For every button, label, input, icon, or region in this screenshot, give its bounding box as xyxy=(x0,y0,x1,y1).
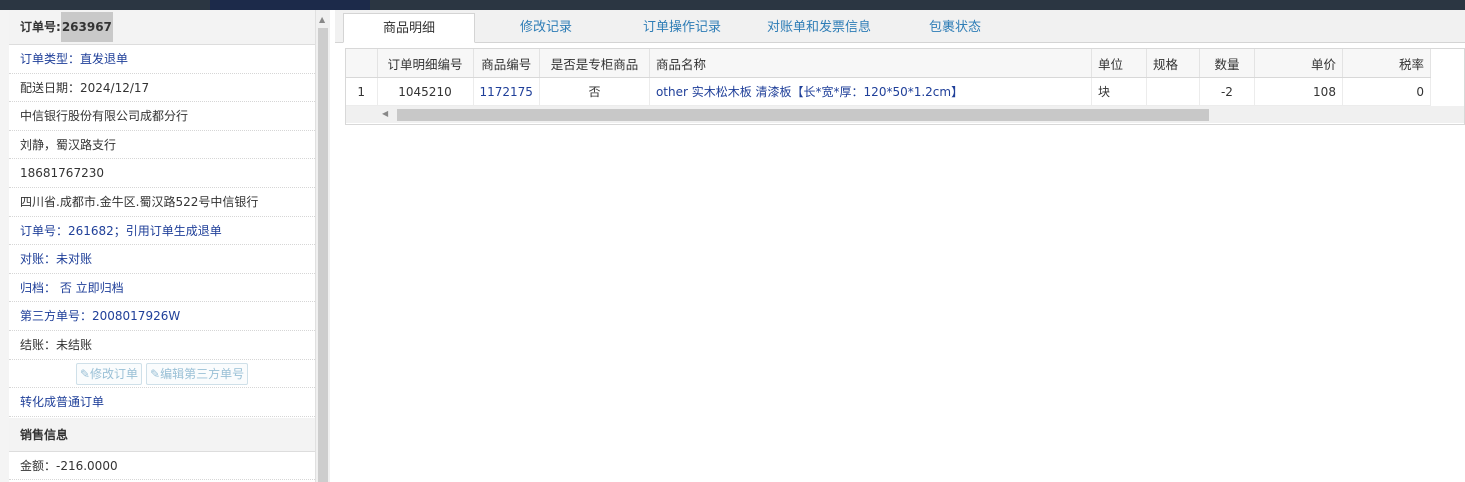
contact-name: 刘静，蜀汉路支行 xyxy=(9,131,315,160)
tax-rate-cell: 0 xyxy=(1342,77,1431,106)
col-tax-rate[interactable]: 税率 xyxy=(1342,49,1431,78)
col-unit[interactable]: 单位 xyxy=(1091,49,1147,78)
col-quantity[interactable]: 数量 xyxy=(1199,49,1255,78)
order-number-value: 263967 xyxy=(60,12,113,42)
tab-invoice-info[interactable]: 对账单和发票信息 xyxy=(762,13,876,43)
col-row-number xyxy=(346,49,378,78)
product-name-link[interactable]: other 实木松木板 清漆板【长*宽*厚：120*50*1.2cm】 xyxy=(649,77,1092,106)
tab-package-status[interactable]: 包裹状态 xyxy=(919,13,991,43)
tab-product-details[interactable]: 商品明细 xyxy=(343,13,475,43)
horizontal-scrollbar[interactable]: ◀ xyxy=(346,106,1464,123)
edit-third-party-label: 编辑第三方单号 xyxy=(160,367,245,382)
col-unit-price[interactable]: 单价 xyxy=(1254,49,1343,78)
phone-number: 18681767230 xyxy=(9,159,315,188)
tab-change-log[interactable]: 修改记录 xyxy=(505,13,587,43)
table-header-row: 订单明细编号 商品编号 是否是专柜商品 商品名称 单位 规格 数量 单价 税率 xyxy=(346,49,1431,78)
unit-cell: 块 xyxy=(1091,77,1147,106)
arrow-up-icon[interactable]: ▲ xyxy=(319,16,325,24)
col-product-name[interactable]: 商品名称 xyxy=(649,49,1092,78)
address: 四川省.成都市.金牛区.蜀汉路522号中信银行 xyxy=(9,188,315,217)
scrollbar-thumb[interactable] xyxy=(318,28,328,482)
product-grid: 订单明细编号 商品编号 是否是专柜商品 商品名称 单位 规格 数量 单价 税率 … xyxy=(345,48,1465,125)
edit-order-label: 修改订单 xyxy=(89,367,138,382)
reconcile-status[interactable]: 对账：未对账 xyxy=(9,245,315,274)
horizontal-scrollbar-thumb[interactable] xyxy=(397,109,1209,121)
edit-icon: ✎ xyxy=(150,367,161,382)
amount: 金额：-216.0000 xyxy=(9,452,315,481)
table-row[interactable]: 1 1045210 1172175 否 other 实木松木板 清漆板【长*宽*… xyxy=(346,77,1431,106)
delivery-date: 配送日期：2024/12/17 xyxy=(9,74,315,103)
tab-operation-log[interactable]: 订单操作记录 xyxy=(632,13,732,43)
reference-order-link[interactable]: 订单号：261682；引用订单生成退单 xyxy=(9,217,315,246)
top-bar xyxy=(0,0,1465,10)
sales-info-header: 销售信息 xyxy=(9,417,315,452)
row-number: 1 xyxy=(346,77,378,106)
order-number-label: 订单号: xyxy=(20,20,61,34)
col-counter-product[interactable]: 是否是专柜商品 xyxy=(539,49,650,78)
arrow-left-icon[interactable]: ◀ xyxy=(382,110,388,118)
unit-price-cell: 108 xyxy=(1254,77,1343,106)
col-detail-number[interactable]: 订单明细编号 xyxy=(377,49,474,78)
quantity-cell: -2 xyxy=(1199,77,1255,106)
top-bar-segment xyxy=(210,0,370,10)
col-product-number[interactable]: 商品编号 xyxy=(473,49,540,78)
tab-bar: 商品明细 修改记录 订单操作记录 对账单和发票信息 包裹状态 xyxy=(335,10,1465,43)
edit-order-button[interactable]: ✎修改订单 xyxy=(75,363,142,386)
edit-icon: ✎ xyxy=(79,367,90,382)
counter-product-cell: 否 xyxy=(539,77,650,106)
col-spec[interactable]: 规格 xyxy=(1146,49,1200,78)
settle-status: 结账：未结账 xyxy=(9,331,315,360)
product-table: 订单明细编号 商品编号 是否是专柜商品 商品名称 单位 规格 数量 单价 税率 … xyxy=(346,49,1431,106)
archive-status[interactable]: 归档： 否 立即归档 xyxy=(9,274,315,303)
third-party-number[interactable]: 第三方单号：2008017926W xyxy=(9,302,315,331)
panel-edge xyxy=(0,10,9,482)
vertical-scrollbar[interactable]: ▲ xyxy=(315,10,330,482)
order-type: 订单类型：直发退单 xyxy=(9,45,315,74)
company-name: 中信银行股份有限公司成都分行 xyxy=(9,102,315,131)
action-buttons: ✎修改订单 ✎编辑第三方单号 xyxy=(9,360,315,389)
order-number-row: 订单号:263967 xyxy=(9,10,315,45)
detail-panel: 商品明细 修改记录 订单操作记录 对账单和发票信息 包裹状态 订单明细编号 商品… xyxy=(335,10,1465,482)
order-info-list: 订单号:263967 订单类型：直发退单 配送日期：2024/12/17 中信银… xyxy=(9,10,315,481)
convert-to-normal-order-link[interactable]: 转化成普通订单 xyxy=(9,388,315,417)
detail-number-cell: 1045210 xyxy=(377,77,474,106)
spec-cell xyxy=(1146,77,1200,106)
edit-third-party-button[interactable]: ✎编辑第三方单号 xyxy=(146,363,249,386)
order-info-panel: 订单号:263967 订单类型：直发退单 配送日期：2024/12/17 中信银… xyxy=(0,10,330,482)
product-number-link[interactable]: 1172175 xyxy=(473,77,540,106)
